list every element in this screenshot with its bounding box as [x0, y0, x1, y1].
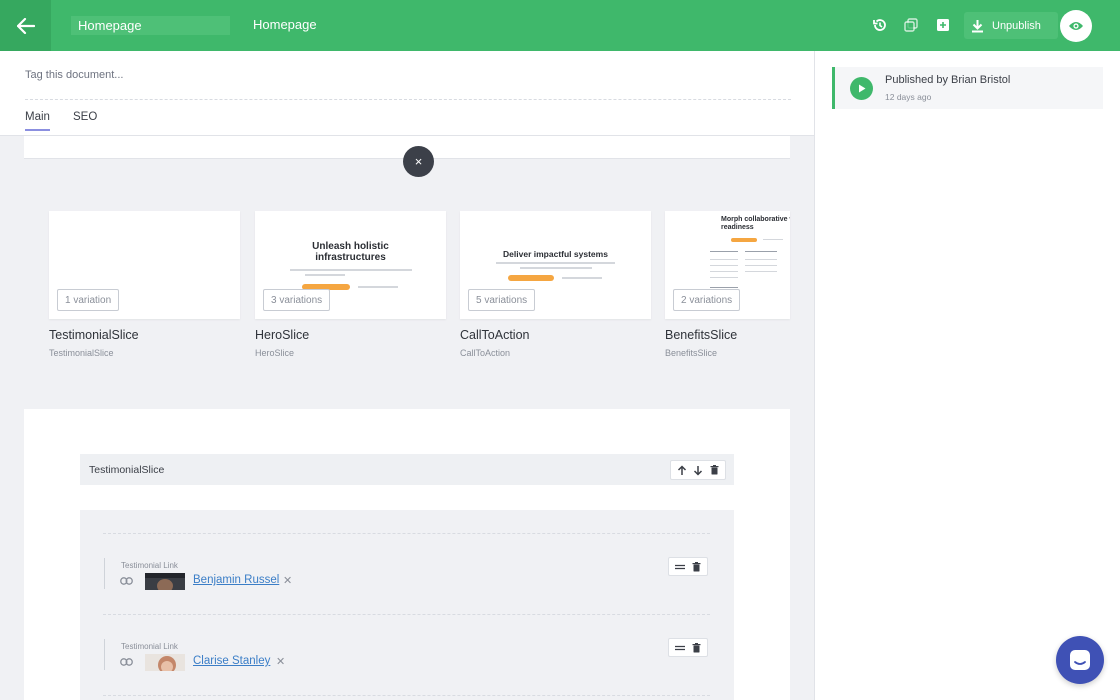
slice-name: TestimonialSlice: [49, 328, 139, 342]
thumb-line: [763, 239, 783, 240]
link-icon: [120, 658, 133, 666]
slice-header: TestimonialSlice: [80, 454, 734, 485]
avatar: [145, 573, 185, 590]
divider: [103, 614, 710, 615]
arrow-left-icon: [16, 17, 35, 34]
slice-card-hero[interactable]: Unleash holistic infrastructures 3 varia…: [255, 211, 446, 319]
thumb-button: [508, 275, 554, 281]
field-indicator: [104, 639, 105, 670]
slice-id: BenefitsSlice: [665, 348, 718, 358]
divider: [103, 695, 710, 696]
history-button[interactable]: [870, 15, 890, 35]
slice-card-benefits[interactable]: Morph collaborative w readiness 2 variat…: [665, 211, 790, 319]
thumb-line: [710, 271, 738, 272]
thumb-line: [745, 265, 777, 266]
play-icon: [858, 84, 865, 93]
slice-body: Testimonial Link Benjamin Russel ✕ Testi…: [80, 510, 734, 700]
thumb-line: [710, 277, 738, 278]
remove-link-button[interactable]: ✕: [276, 655, 285, 668]
thumb-line: [745, 259, 777, 260]
thumb-button: [731, 238, 757, 242]
unpublish-button[interactable]: Unpublish: [964, 12, 1058, 39]
duplicate-button[interactable]: [901, 15, 921, 35]
thumb-line: [290, 269, 412, 271]
slice-name: HeroSlice: [255, 328, 310, 342]
thumb-line: [305, 274, 345, 276]
drag-handle-icon[interactable]: [675, 645, 686, 651]
variation-badge: 2 variations: [673, 289, 741, 311]
field-controls: [668, 638, 708, 657]
remove-link-button[interactable]: ✕: [283, 574, 292, 587]
top-bar: Homepage Unpublish: [0, 0, 1120, 51]
thumb-line: [520, 267, 592, 269]
document-link[interactable]: Benjamin Russel: [193, 574, 279, 586]
history-icon: [873, 19, 886, 31]
divider: [103, 533, 710, 534]
slice-header-title: TestimonialSlice: [89, 464, 165, 476]
field-label: Testimonial Link: [121, 642, 178, 651]
chat-button[interactable]: [1056, 636, 1104, 684]
tab-seo[interactable]: SEO: [73, 111, 97, 129]
arrow-up-icon[interactable]: [677, 464, 687, 476]
preview-button[interactable]: [1060, 10, 1092, 42]
avatar: [145, 654, 185, 671]
document-header: Tag this document... Main SEO: [0, 51, 814, 136]
thumb-line: [358, 286, 398, 288]
status-panel: Published by Brian Bristol 12 days ago: [814, 51, 1120, 700]
trash-icon[interactable]: [692, 561, 701, 572]
status-time: 12 days ago: [885, 92, 932, 102]
thumb-line: [710, 265, 738, 266]
unpublish-label: Unpublish: [992, 19, 1041, 32]
trash-icon[interactable]: [710, 465, 719, 475]
download-icon: [972, 19, 983, 32]
tag-input[interactable]: Tag this document...: [25, 69, 123, 81]
archive-icon: [937, 19, 949, 31]
field-indicator: [104, 558, 105, 589]
divider: [25, 99, 791, 100]
slice-id: TestimonialSlice: [49, 348, 114, 358]
archive-button[interactable]: [933, 15, 953, 35]
thumb-line: [496, 262, 615, 264]
thumb-title: Morph collaborative w readiness: [721, 216, 790, 231]
thumb-line: [710, 259, 738, 260]
trash-icon[interactable]: [692, 642, 701, 653]
status-title: Published by Brian Bristol: [885, 74, 1011, 86]
slice-card-testimonial[interactable]: 1 variation: [49, 211, 240, 319]
document-link[interactable]: Clarise Stanley: [193, 655, 270, 667]
variation-badge: 1 variation: [57, 289, 120, 311]
thumb-line: [710, 251, 738, 252]
slice-controls: [670, 460, 726, 480]
document-title-input[interactable]: [71, 16, 230, 35]
status-icon-wrapper: [850, 77, 873, 100]
thumb-title: Deliver impactful systems: [503, 249, 608, 259]
document-title: Homepage: [253, 17, 317, 32]
thumb-line: [710, 287, 738, 288]
slice-name: CallToAction: [460, 328, 530, 342]
variation-badge: 3 variations: [263, 289, 331, 311]
thumb-line: [745, 271, 777, 272]
slice-id: CallToAction: [460, 348, 511, 358]
eye-icon: [1069, 22, 1083, 30]
field-controls: [668, 557, 708, 576]
thumb-line: [562, 277, 602, 279]
drag-handle-icon[interactable]: [675, 564, 686, 570]
close-icon: ×: [414, 154, 423, 169]
publish-status-card: Published by Brian Bristol 12 days ago: [832, 67, 1103, 109]
variation-badge: 5 variations: [468, 289, 536, 311]
close-picker-button[interactable]: ×: [403, 146, 434, 177]
back-button[interactable]: [0, 0, 51, 51]
field-label: Testimonial Link: [121, 561, 178, 570]
thumb-title: Unleash holistic infrastructures: [312, 241, 389, 263]
slice-card-calltoaction[interactable]: Deliver impactful systems 5 variations: [460, 211, 651, 319]
thumb-line: [745, 251, 777, 252]
slice-name: BenefitsSlice: [665, 328, 738, 342]
slice-id: HeroSlice: [255, 348, 295, 358]
arrow-down-icon[interactable]: [693, 465, 703, 476]
duplicate-icon: [904, 18, 918, 32]
chat-icon: [1070, 650, 1090, 670]
tab-main[interactable]: Main: [25, 111, 50, 131]
link-icon: [120, 577, 133, 585]
